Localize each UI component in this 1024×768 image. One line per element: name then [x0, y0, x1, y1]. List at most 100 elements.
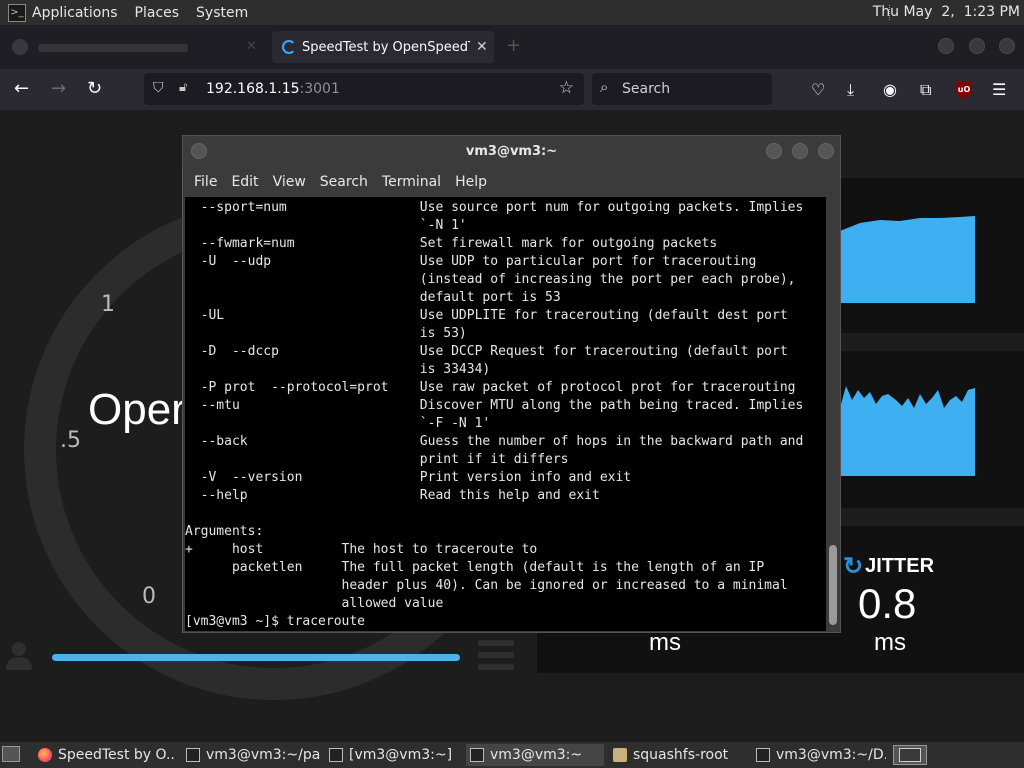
minimize-terminal-icon[interactable] — [766, 143, 782, 159]
background-tab[interactable]: ✕ — [0, 31, 268, 63]
minimize-window-icon[interactable] — [938, 38, 954, 54]
taskbar-item[interactable]: [vm3@vm3:~] — [325, 744, 461, 766]
menu-help[interactable]: Help — [455, 174, 487, 190]
test-progress-bar — [52, 654, 460, 661]
refresh-icon: ↻ — [843, 553, 864, 580]
terminal-line: print if it differs — [185, 452, 569, 467]
terminal-output[interactable]: --sport=num Use source port num for outg… — [185, 197, 826, 631]
terminal-line: -P prot --protocol=prot Use raw packet o… — [185, 380, 796, 395]
pocket-icon[interactable]: ♡ — [811, 80, 825, 99]
downloads-icon[interactable]: ⤓ — [847, 80, 854, 100]
user-icon — [6, 642, 32, 670]
tracking-protection-shield-icon[interactable]: ⛉ — [153, 80, 164, 96]
taskbar-item-label: vm3@vm3:~/D... — [776, 747, 886, 763]
search-icon: ⌕ — [600, 78, 609, 96]
terminal-menu-bar: File Edit View Search Terminal Help — [183, 168, 840, 196]
terminal-icon — [329, 748, 343, 762]
clock[interactable]: Thu May 2, 1:23 PM — [873, 4, 1020, 20]
terminal-line: --mtu Discover MTU along the path being … — [185, 398, 804, 413]
maximize-terminal-icon[interactable] — [792, 143, 808, 159]
tab-title-blurred — [38, 44, 188, 52]
server-icon — [478, 640, 514, 670]
taskbar-item-label: squashfs-root — [633, 747, 729, 763]
terminal-icon — [470, 748, 484, 762]
gauge-label-mid: .5 — [60, 428, 81, 453]
back-arrow-icon[interactable]: ← — [14, 79, 29, 99]
terminal-icon — [756, 748, 770, 762]
terminal-window[interactable]: vm3@vm3:~ File Edit View Search Terminal… — [182, 135, 841, 633]
terminal-line: `-F -N 1' — [185, 416, 491, 431]
terminal-line: --fwmark=num Set firewall mark for outgo… — [185, 236, 718, 251]
brand-title: Oper — [88, 385, 186, 434]
terminal-title-bar[interactable]: vm3@vm3:~ — [183, 136, 840, 168]
speedtest-favicon-icon — [282, 40, 296, 54]
taskbar-item-label: SpeedTest by O... — [58, 747, 174, 763]
menu-edit[interactable]: Edit — [231, 174, 258, 190]
insecure-lock-icon[interactable]: 🔓︎ — [179, 80, 187, 95]
ublock-origin-icon[interactable]: uO — [956, 81, 972, 98]
terminal-line: -U --udp Use UDP to particular port for … — [185, 254, 757, 269]
taskbar-item[interactable]: squashfs-root — [609, 744, 747, 766]
menu-file[interactable]: File — [194, 174, 217, 190]
terminal-app-icon[interactable]: >_ — [8, 3, 26, 22]
tab-close-icon[interactable]: ✕ — [246, 39, 257, 54]
terminal-line: --back Guess the number of hops in the b… — [185, 434, 804, 449]
terminal-title: vm3@vm3:~ — [465, 144, 558, 159]
menu-places[interactable]: Places — [135, 5, 180, 21]
terminal-line: packetlen The full packet length (defaul… — [185, 560, 765, 575]
show-desktop-icon[interactable] — [2, 746, 20, 762]
window-menu-icon[interactable] — [191, 143, 207, 159]
menu-view[interactable]: View — [273, 174, 306, 190]
taskbar-item[interactable]: vm3@vm3:~/paru — [182, 744, 320, 766]
terminal-line: allowed value — [185, 596, 444, 611]
terminal-line: (instead of increasing the port per each… — [185, 272, 796, 287]
new-tab-icon[interactable]: + — [506, 35, 521, 56]
forward-arrow-icon[interactable]: → — [51, 79, 66, 99]
hamburger-menu-icon[interactable]: ☰ — [992, 80, 1006, 99]
close-terminal-icon[interactable] — [818, 143, 834, 159]
terminal-icon — [186, 748, 200, 762]
terminal-line: --help Read this help and exit — [185, 488, 600, 503]
workspace-switcher[interactable] — [893, 745, 927, 765]
terminal-line: -UL Use UDPLITE for tracerouting (defaul… — [185, 308, 788, 323]
taskbar: SpeedTest by O... vm3@vm3:~/paru [vm3@vm3:… — [0, 742, 1024, 768]
gauge-label-bottom: 0 — [142, 584, 156, 609]
jitter-value: 0.8 — [858, 580, 917, 627]
tab-bar: ✕ SpeedTest by OpenSpeedTe ✕ + — [0, 25, 1024, 69]
terminal-line: --sport=num Use source port num for outg… — [185, 200, 804, 215]
upload-graph — [840, 386, 975, 476]
menu-applications[interactable]: Applications — [32, 5, 118, 21]
jitter-heading: ↻ JITTER — [843, 552, 934, 581]
tab-favicon-icon — [12, 39, 28, 55]
terminal-line: `-N 1' — [185, 218, 467, 233]
active-tab[interactable]: SpeedTest by OpenSpeedTe ✕ — [272, 31, 494, 63]
menu-terminal[interactable]: Terminal — [382, 174, 441, 190]
maximize-window-icon[interactable] — [969, 38, 985, 54]
terminal-scrollbar[interactable] — [826, 197, 839, 631]
taskbar-item-label: vm3@vm3:~/paru — [206, 747, 320, 763]
bookmark-star-icon[interactable]: ☆ — [559, 78, 574, 98]
terminal-line: header plus 40). Can be ignored or incre… — [185, 578, 788, 593]
account-icon[interactable]: ◉ — [883, 80, 897, 99]
gauge-label-top: 1 — [101, 292, 115, 317]
search-placeholder: Search — [622, 81, 671, 97]
top-panel: >_ Applications Places System Thu May 2,… — [0, 0, 1024, 25]
reload-icon[interactable]: ↻ — [87, 79, 102, 99]
menu-search[interactable]: Search — [320, 174, 368, 190]
url-bar[interactable]: ⛉ 🔓︎ 192.168.1.15:3001 ☆ — [144, 73, 584, 105]
firefox-icon — [38, 748, 52, 762]
tab-close-icon[interactable]: ✕ — [476, 39, 488, 55]
taskbar-item[interactable]: vm3@vm3:~/D... — [752, 744, 886, 766]
close-window-icon[interactable] — [999, 38, 1015, 54]
taskbar-item[interactable]: vm3@vm3:~ — [466, 744, 604, 766]
menu-system[interactable]: System — [196, 5, 248, 21]
extensions-icon[interactable]: ⧉ — [920, 80, 931, 100]
search-bar[interactable]: ⌕ Search — [592, 73, 772, 105]
jitter-unit: ms — [874, 629, 906, 656]
scrollbar-thumb[interactable] — [829, 545, 837, 625]
terminal-line: -V --version Print version info and exit — [185, 470, 632, 485]
download-graph — [840, 216, 975, 303]
taskbar-item[interactable]: SpeedTest by O... — [34, 744, 174, 766]
terminal-line: + host The host to traceroute to — [185, 542, 538, 557]
taskbar-item-label: vm3@vm3:~ — [490, 747, 583, 763]
